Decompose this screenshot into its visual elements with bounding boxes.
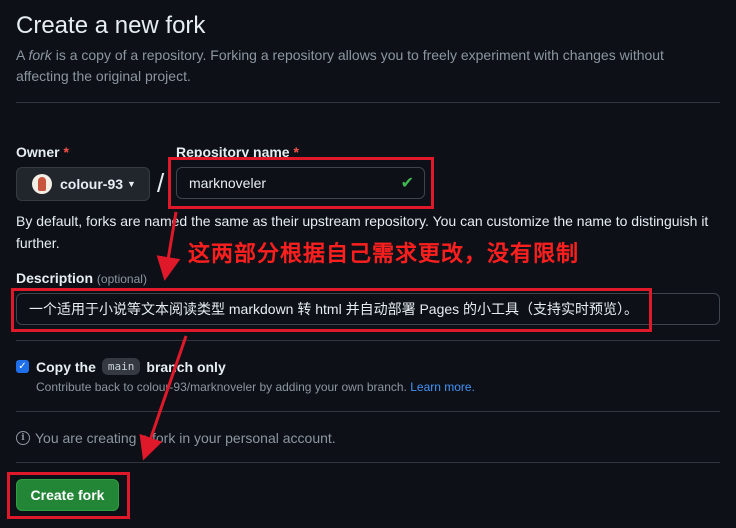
annotation-arrows xyxy=(139,211,188,461)
arrow-to-create-button xyxy=(139,335,188,461)
arrow-to-description xyxy=(156,211,181,281)
